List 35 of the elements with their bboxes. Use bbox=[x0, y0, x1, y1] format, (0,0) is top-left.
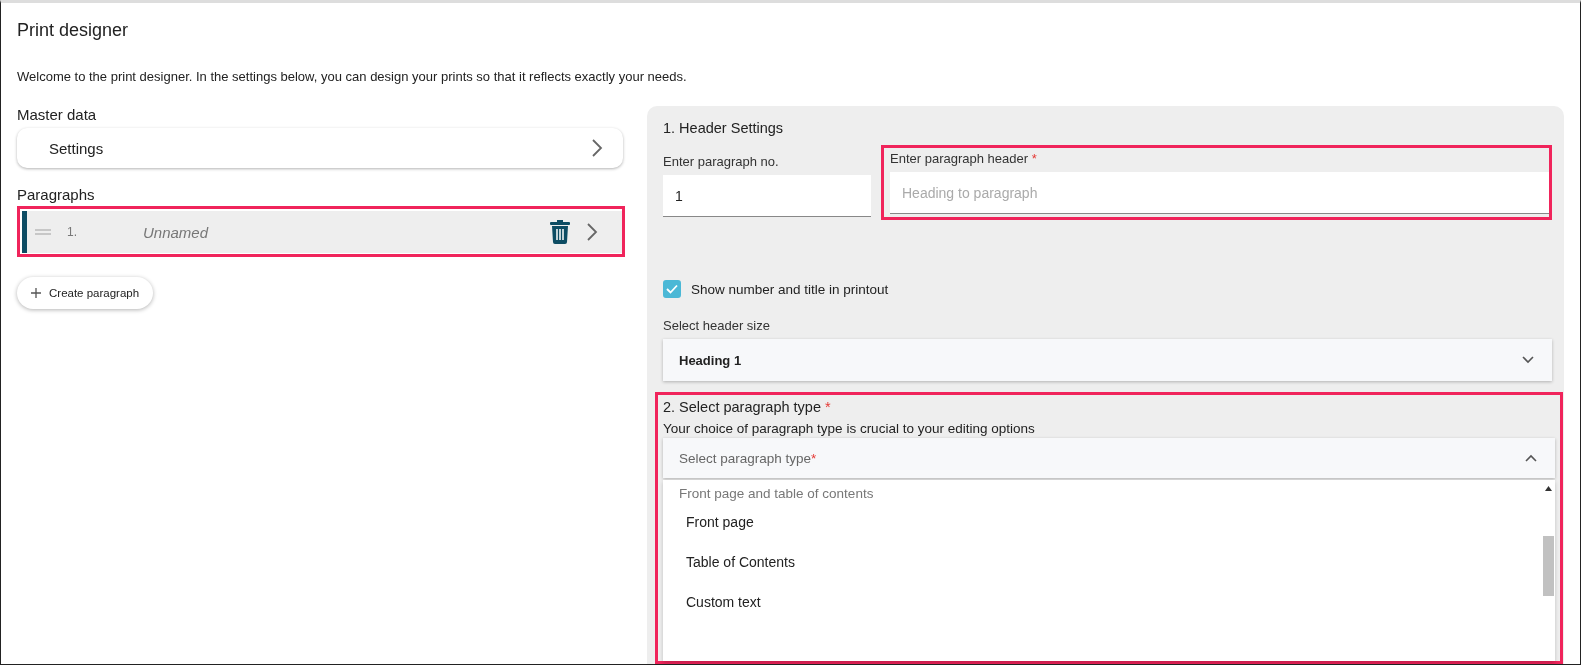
chevron-up-icon bbox=[1525, 454, 1537, 462]
dropdown-option[interactable]: Custom text bbox=[663, 594, 1541, 634]
page-title: Print designer bbox=[17, 20, 130, 41]
chevron-right-icon[interactable] bbox=[586, 222, 598, 242]
paragraph-item[interactable]: 1. Unnamed bbox=[22, 211, 622, 253]
drag-handle-icon[interactable] bbox=[35, 229, 51, 235]
section-title: 2. Select paragraph type * bbox=[663, 399, 832, 415]
paragraph-header-field[interactable]: Heading to paragraph bbox=[890, 172, 1549, 214]
settings-item[interactable]: Settings bbox=[17, 128, 623, 168]
option-group-label: Front page and table of contents bbox=[678, 486, 875, 503]
checkbox[interactable] bbox=[663, 280, 681, 298]
field-label: Enter paragraph no. bbox=[663, 154, 780, 169]
header-size-select[interactable]: Heading 1 bbox=[663, 339, 1552, 381]
field-label: Enter paragraph header * bbox=[890, 151, 1038, 166]
scrollbar-thumb[interactable] bbox=[1542, 536, 1554, 596]
intro-text: Welcome to the print designer. In the settings below, you can design your prints so that it reflects exactly your needs. bbox=[17, 69, 688, 84]
scroll-up-icon[interactable] bbox=[1544, 486, 1552, 491]
dropdown-option[interactable]: Front page bbox=[663, 514, 1541, 554]
dropdown-option[interactable]: Table of Contents bbox=[663, 554, 1541, 594]
chevron-down-icon bbox=[1522, 356, 1534, 364]
checkbox-label: Show number and title in printout bbox=[691, 281, 889, 297]
paragraph-name: Unnamed bbox=[143, 223, 210, 241]
field-label: Select header size bbox=[663, 318, 771, 333]
chevron-right-icon bbox=[591, 138, 603, 158]
section-title: 1. Header Settings bbox=[663, 120, 785, 136]
section-heading: Master data bbox=[17, 106, 97, 123]
section-description: Your choice of paragraph type is crucial to your editing options bbox=[663, 421, 1036, 436]
plus-icon bbox=[31, 288, 41, 298]
create-paragraph-button[interactable]: Create paragraph bbox=[17, 277, 154, 309]
section-heading: Paragraphs bbox=[17, 186, 95, 203]
paragraph-number: 1. bbox=[67, 225, 78, 239]
paragraph-number-field[interactable]: 1 bbox=[663, 175, 871, 217]
check-icon bbox=[665, 282, 679, 296]
trash-icon[interactable] bbox=[550, 220, 570, 244]
paragraph-type-select[interactable]: Select paragraph type* bbox=[663, 438, 1555, 478]
